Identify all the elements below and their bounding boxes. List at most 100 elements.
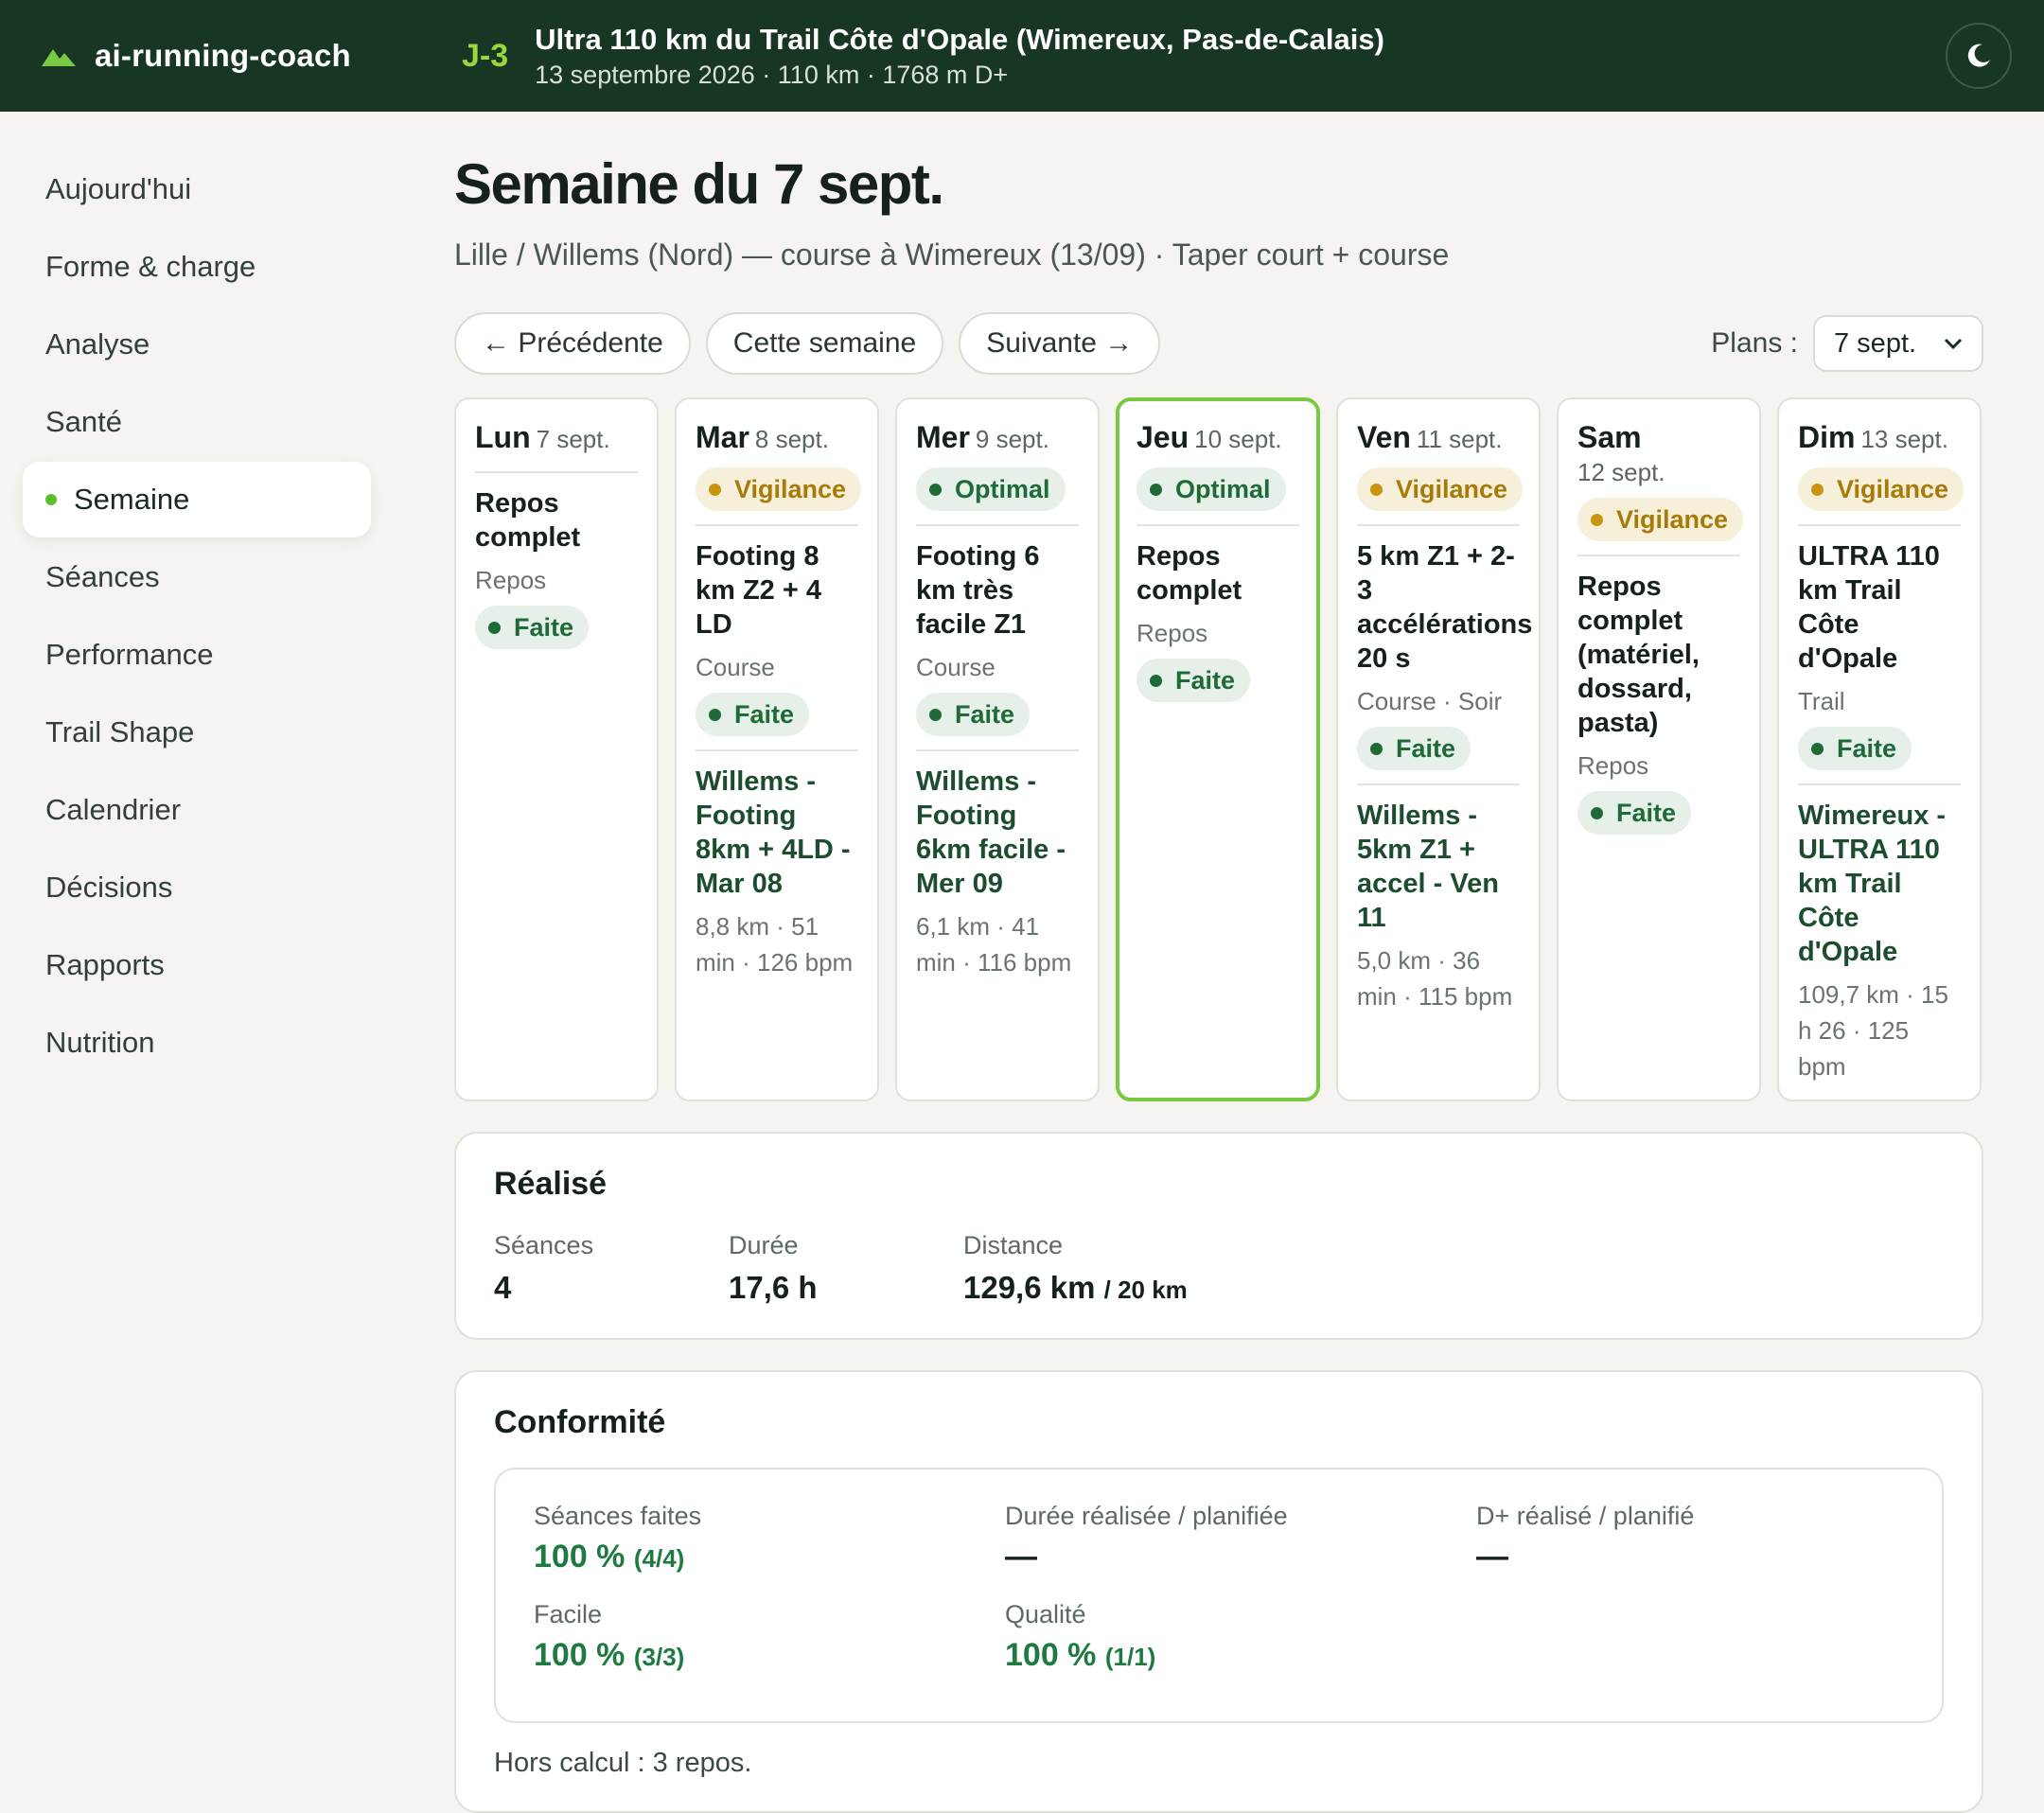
divider	[1798, 524, 1961, 526]
status-badge: Faite	[916, 693, 1031, 736]
divider	[696, 749, 858, 751]
session-title[interactable]: ULTRA 110 km Trail Côte d'Opale	[1798, 539, 1961, 676]
day-header: Dim 13 sept.	[1798, 420, 1948, 454]
activity-meta: 5,0 km · 36 min · 115 bpm	[1357, 946, 1513, 1011]
sidebar-item-forme-charge[interactable]: Forme & charge	[23, 229, 371, 305]
readiness-badge: Vigilance	[696, 467, 862, 511]
sidebar-item-label: Aujourd'hui	[45, 172, 192, 205]
conf-seances-faites: Séances faites 100 % (4/4)	[534, 1502, 1005, 1575]
sidebar-item-label: Calendrier	[45, 793, 182, 826]
plans-select[interactable]: 7 sept.	[1813, 315, 1983, 372]
distance-target: / 20 km	[1103, 1276, 1188, 1304]
sidebar-item-trail-shape[interactable]: Trail Shape	[23, 695, 371, 770]
day-card-mar[interactable]: Mar 8 sept. Vigilance Footing 8 km Z2 + 4…	[675, 397, 879, 1101]
main-content: Semaine du 7 sept. Lille / Willems (Nord…	[454, 151, 1983, 1813]
conformite-card: Conformité Séances faites 100 % (4/4) Du…	[454, 1370, 1983, 1813]
sidebar-item-seances[interactable]: Séances	[23, 539, 371, 615]
day-card-ven[interactable]: Ven 11 sept. Vigilance 5 km Z1 + 2-3 accé…	[1336, 397, 1541, 1101]
previous-week-button[interactable]: ← Précédente	[454, 312, 691, 375]
sidebar-item-label: Décisions	[45, 871, 173, 904]
session-title[interactable]: Repos complet	[1137, 539, 1299, 607]
realise-title: Réalisé	[494, 1166, 608, 1202]
status-badge: Faite	[1137, 659, 1251, 702]
session-title[interactable]: 5 km Z1 + 2-3 accélérations 20 s	[1357, 539, 1532, 676]
session-title[interactable]: Footing 6 km très facile Z1	[916, 539, 1079, 642]
chevron-down-icon	[1944, 338, 1963, 350]
conf-value: 100 % (3/3)	[534, 1637, 685, 1673]
day-card-sam[interactable]: Sam 12 sept. Vigilance Repos complet (mat…	[1557, 397, 1761, 1101]
day-card-mer[interactable]: Mer 9 sept. Optimal Footing 6 km très fac…	[895, 397, 1100, 1101]
week-controls: ← Précédente Cette semaine Suivante → Pl…	[454, 312, 1983, 375]
sidebar-item-aujourdhui[interactable]: Aujourd'hui	[23, 151, 371, 227]
sidebar-item-label: Forme & charge	[45, 250, 256, 283]
day-date: 13 sept.	[1860, 425, 1948, 453]
sidebar-item-label: Analyse	[45, 327, 150, 361]
session-title[interactable]: Footing 8 km Z2 + 4 LD	[696, 539, 858, 642]
status-dot-icon	[1591, 513, 1603, 526]
sidebar-item-label: Séances	[45, 560, 160, 593]
theme-toggle-button[interactable]	[1946, 23, 2012, 89]
conf-label: Durée réalisée / planifiée	[1005, 1502, 1288, 1530]
day-date: 8 sept.	[754, 425, 829, 453]
sidebar-item-label: Rapports	[45, 948, 165, 981]
conformite-title: Conformité	[494, 1404, 666, 1440]
status-dot-icon	[1150, 674, 1162, 687]
readiness-badge: Vigilance	[1577, 498, 1744, 541]
readiness-badge: Vigilance	[1357, 467, 1524, 511]
status-dot-icon	[1150, 483, 1162, 496]
conformite-grid: Séances faites 100 % (4/4) Durée réalisé…	[494, 1468, 1944, 1723]
day-card-lun[interactable]: Lun 7 sept. Repos complet Repos Faite	[454, 397, 659, 1101]
plans-label: Plans :	[1711, 327, 1798, 359]
activity-link[interactable]: Willems - Footing 6km facile - Mer 09	[916, 765, 1079, 901]
conf-dplus: D+ réalisé / planifié —	[1476, 1502, 1947, 1575]
divider	[696, 524, 858, 526]
divider	[1577, 554, 1740, 556]
activity-meta: 6,1 km · 41 min · 116 bpm	[916, 912, 1072, 977]
day-card-jeu[interactable]: Jeu 10 sept. Optimal Repos complet Repos …	[1116, 397, 1320, 1101]
conf-value: 100 % (1/1)	[1005, 1637, 1156, 1673]
race-countdown: J-3	[462, 37, 509, 74]
sidebar-item-performance[interactable]: Performance	[23, 617, 371, 693]
session-title[interactable]: Repos complet	[475, 486, 638, 554]
stat-value: 4	[494, 1270, 512, 1305]
sidebar-item-analyse[interactable]: Analyse	[23, 307, 371, 382]
sidebar-item-sante[interactable]: Santé	[23, 384, 371, 460]
stat-duree: Durée 17,6 h	[729, 1231, 963, 1306]
activity-link[interactable]: Willems - Footing 8km + 4LD - Mar 08	[696, 765, 858, 901]
day-card-dim[interactable]: Dim 13 sept. Vigilance ULTRA 110 km Trail…	[1777, 397, 1982, 1101]
readiness-badge: Optimal	[916, 467, 1066, 511]
conf-duree: Durée réalisée / planifiée —	[1005, 1502, 1476, 1575]
stat-label: Durée	[729, 1231, 799, 1259]
realise-stats: Séances 4 Durée 17,6 h Distance 129,6 km…	[494, 1231, 1944, 1306]
activity-meta: 8,8 km · 51 min · 126 bpm	[696, 912, 854, 977]
active-indicator-dot	[45, 494, 57, 505]
sidebar-item-nutrition[interactable]: Nutrition	[23, 1005, 371, 1081]
top-bar: ai-running-coach J-3 Ultra 110 km du Tra…	[0, 0, 2044, 112]
session-title[interactable]: Repos complet (matériel, dossard, pasta)	[1577, 570, 1740, 740]
sidebar-item-label: Nutrition	[45, 1026, 155, 1059]
sidebar-item-calendrier[interactable]: Calendrier	[23, 772, 371, 848]
status-dot-icon	[1811, 483, 1824, 496]
sidebar-item-decisions[interactable]: Décisions	[23, 850, 371, 925]
brand[interactable]: ai-running-coach	[42, 38, 462, 74]
activity-link[interactable]: Willems - 5km Z1 + accel - Ven 11	[1357, 799, 1520, 935]
status-badge: Faite	[1577, 791, 1692, 835]
plans-select-value: 7 sept.	[1834, 327, 1917, 359]
divider	[475, 471, 638, 473]
race-title: Ultra 110 km du Trail Côte d'Opale (Wime…	[535, 22, 1384, 56]
status-dot-icon	[709, 708, 721, 721]
current-week-button[interactable]: Cette semaine	[705, 312, 944, 375]
next-week-button[interactable]: Suivante →	[959, 312, 1161, 375]
realise-card: Réalisé Séances 4 Durée 17,6 h Distance …	[454, 1132, 1983, 1340]
status-dot-icon	[1591, 806, 1603, 819]
sidebar-item-semaine[interactable]: Semaine	[23, 462, 371, 537]
activity-link[interactable]: Wimereux - ULTRA 110 km Trail Côte d'Opa…	[1798, 799, 1961, 969]
status-dot-icon	[1811, 742, 1824, 755]
day-date: 9 sept.	[975, 425, 1049, 453]
app-name: ai-running-coach	[95, 38, 351, 73]
conf-label: Facile	[534, 1600, 603, 1628]
divider	[916, 524, 1079, 526]
mountain-icon	[42, 49, 76, 66]
day-date: 10 sept.	[1194, 425, 1282, 453]
sidebar-item-rapports[interactable]: Rapports	[23, 927, 371, 1003]
